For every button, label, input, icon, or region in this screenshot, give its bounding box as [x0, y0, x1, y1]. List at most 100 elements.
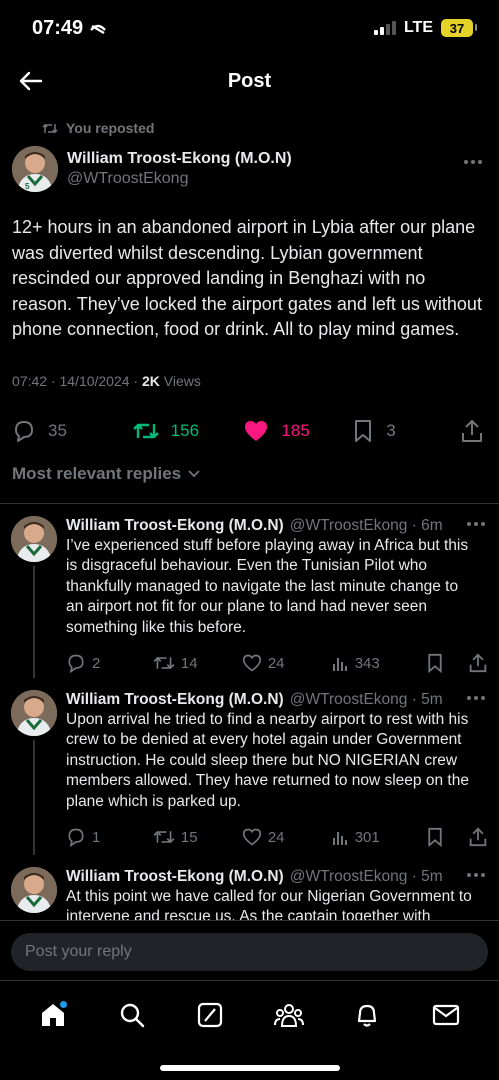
repost-icon	[153, 831, 175, 844]
reply-author-name[interactable]: William Troost-Ekong (M.O.N)	[66, 868, 284, 886]
like-button[interactable]: 24	[242, 828, 331, 846]
reply-header: William Troost-Ekong (M.O.N) @WTroostEko…	[66, 867, 487, 887]
reply-button[interactable]: 2	[66, 653, 153, 674]
repost-icon	[42, 123, 58, 133]
repost-label: You reposted	[66, 120, 155, 136]
avatar[interactable]	[11, 866, 57, 913]
avatar-image	[11, 689, 57, 736]
nav-messages[interactable]	[426, 995, 466, 1035]
reply-header: William Troost-Ekong (M.O.N) @WTroostEko…	[66, 516, 487, 536]
like-count: 24	[267, 828, 285, 846]
reply-composer-bar: Post your reply	[0, 920, 499, 980]
status-time-group: 07:49	[32, 17, 107, 40]
post-timestamp: 07:42 · 14/10/2024 ·	[12, 372, 142, 389]
reply-count: 35	[48, 420, 67, 440]
bookmark-icon	[355, 419, 372, 442]
like-button[interactable]: 24	[242, 654, 331, 672]
more-options-icon[interactable]	[467, 695, 485, 700]
reply-icon	[68, 829, 84, 848]
bookmark-button[interactable]: 3	[352, 419, 461, 443]
reply-action-bar: 1 15 24 301	[66, 818, 487, 856]
battery-level: 37	[449, 20, 465, 36]
post-action-bar: 35 156 185 3	[12, 411, 487, 451]
replies-list: William Troost-Ekong (M.O.N) @WTroostEko…	[0, 504, 499, 927]
repost-count: 14	[180, 654, 198, 672]
bookmark-button[interactable]	[426, 827, 469, 848]
share-button[interactable]	[469, 653, 487, 673]
reply-author-name[interactable]: William Troost-Ekong (M.O.N)	[66, 517, 284, 535]
signal-icon	[373, 21, 396, 35]
like-button[interactable]: 185	[243, 419, 352, 443]
more-options-icon[interactable]	[461, 154, 485, 170]
back-button[interactable]	[16, 66, 46, 96]
avatar[interactable]: 5	[12, 146, 58, 192]
nav-home[interactable]	[33, 995, 73, 1035]
reply-button[interactable]: 35	[12, 419, 133, 443]
reply-icon	[15, 420, 33, 442]
reply-author-handle[interactable]: @WTroostEkong · 5m	[290, 691, 443, 709]
views-count: 301	[354, 828, 380, 846]
heart-filled-icon	[245, 420, 268, 441]
post-text: 12+ hours in an abandoned airport in Lyb…	[12, 217, 482, 339]
communities-icon	[273, 1004, 304, 1027]
more-options-icon[interactable]	[467, 872, 485, 877]
repost-button[interactable]: 156	[132, 420, 244, 442]
reply-header: William Troost-Ekong (M.O.N) @WTroostEko…	[66, 690, 487, 710]
repost-icon	[153, 657, 175, 670]
reply-icon	[68, 655, 84, 674]
bookmark-count: 3	[386, 420, 396, 440]
repost-indicator: You reposted	[12, 118, 487, 138]
search-icon	[120, 1003, 144, 1028]
battery-icon: 37	[441, 19, 477, 37]
repost-button[interactable]: 14	[153, 654, 242, 672]
status-bar: 07:49 LTE 37	[0, 0, 499, 56]
author-name[interactable]: William Troost-Ekong (M.O.N)	[67, 150, 292, 168]
bookmark-icon	[427, 828, 442, 848]
grok-icon	[198, 1002, 223, 1028]
bookmark-icon	[427, 654, 442, 674]
repost-count: 156	[170, 420, 200, 440]
reply-input[interactable]: Post your reply	[11, 933, 488, 971]
reply-author-handle[interactable]: @WTroostEkong · 6m	[290, 517, 443, 535]
bell-icon	[358, 1004, 377, 1027]
views-button[interactable]: 301	[331, 828, 426, 846]
views-count: 343	[354, 654, 380, 672]
nav-search[interactable]	[112, 995, 152, 1035]
reply-text: Upon arrival he tried to find a nearby a…	[66, 710, 469, 810]
reply-text: I’ve experienced stuff before playing aw…	[66, 536, 469, 636]
avatar[interactable]	[11, 515, 57, 562]
bottom-nav	[0, 980, 499, 1080]
nav-notifications[interactable]	[347, 995, 387, 1035]
share-button[interactable]	[469, 827, 487, 847]
avatar[interactable]	[11, 689, 57, 736]
share-button[interactable]	[461, 419, 483, 443]
share-icon	[469, 654, 487, 673]
thread-line	[33, 565, 35, 678]
views-button[interactable]: 343	[331, 654, 426, 672]
status-time: 07:49	[32, 16, 84, 39]
reply-author-handle[interactable]: @WTroostEkong · 5m	[290, 868, 443, 886]
nav-communities[interactable]	[269, 995, 309, 1035]
replies-filter-dropdown[interactable]: Most relevant replies	[12, 459, 487, 489]
bookmark-button[interactable]	[426, 653, 469, 674]
author-row: 5 William Troost-Ekong (M.O.N) @WTroostE…	[12, 144, 487, 194]
network-label: LTE	[403, 19, 433, 36]
reply-button[interactable]: 1	[66, 827, 153, 848]
nav-grok[interactable]	[190, 995, 230, 1035]
avatar-image: 5	[12, 146, 58, 192]
page-header: Post	[0, 56, 499, 106]
author-info: William Troost-Ekong (M.O.N) @WTroostEko…	[67, 150, 292, 188]
repost-button[interactable]: 15	[153, 828, 242, 846]
reply-author-name[interactable]: William Troost-Ekong (M.O.N)	[66, 691, 284, 709]
status-indicators: LTE 37	[373, 19, 477, 37]
views-label: Views	[159, 372, 201, 389]
list-item[interactable]: William Troost-Ekong (M.O.N) @WTroostEko…	[0, 504, 499, 678]
home-indicator[interactable]	[160, 1065, 340, 1071]
list-item[interactable]: William Troost-Ekong (M.O.N) @WTroostEko…	[0, 678, 499, 855]
more-options-icon[interactable]	[467, 521, 485, 526]
author-handle[interactable]: @WTroostEkong	[67, 170, 292, 188]
reply-count: 2	[92, 654, 101, 672]
views-count[interactable]: 2K	[142, 373, 160, 389]
list-item[interactable]: William Troost-Ekong (M.O.N) @WTroostEko…	[0, 855, 499, 927]
do-not-disturb-icon	[90, 24, 107, 35]
